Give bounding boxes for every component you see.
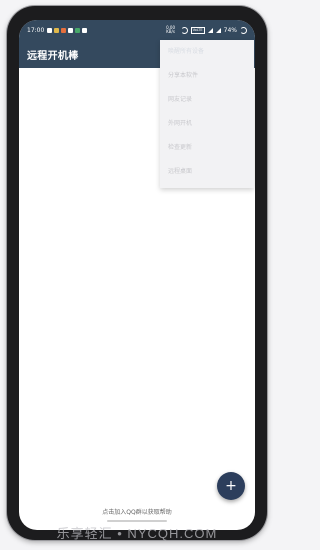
- notification-icon: [61, 27, 67, 33]
- phone-screen: 17:00 0.00 KB/s VoLTE 74% 远程开机棒 唤醒所有设备 分…: [19, 20, 255, 530]
- help-link[interactable]: 点击加入QQ群以获取帮助: [19, 507, 255, 516]
- watermark: 乐享轻汇 • NYCQH.COM: [56, 526, 218, 541]
- menu-item-records[interactable]: 网友记录: [160, 88, 254, 112]
- app-title: 远程开机棒: [27, 51, 79, 62]
- plus-icon: +: [225, 478, 237, 494]
- signal-icon-2: [215, 27, 221, 33]
- menu-item-share[interactable]: 分享本软件: [160, 64, 254, 88]
- notification-icon: [82, 27, 88, 33]
- battery-icon: [240, 26, 247, 34]
- notification-icon: [47, 27, 53, 33]
- signal-icon: [207, 27, 213, 33]
- notification-icon: [54, 27, 60, 33]
- network-speed: 0.00 KB/s: [166, 25, 176, 34]
- notification-icon: [75, 27, 81, 33]
- overflow-menu: 唤醒所有设备 分享本软件 网友记录 外网开机 检查更新 远程桌面: [160, 40, 254, 188]
- battery-percent: 74%: [223, 26, 237, 34]
- status-right: 0.00 KB/s VoLTE 74%: [164, 26, 247, 34]
- volte-badge: VoLTE: [190, 26, 205, 34]
- menu-item-remote-desktop[interactable]: 远程桌面: [160, 160, 254, 184]
- status-bar: 17:00 0.00 KB/s VoLTE 74%: [19, 20, 255, 40]
- menu-item-check-update[interactable]: 检查更新: [160, 136, 254, 160]
- notification-icons: [47, 27, 88, 33]
- menu-item-wan-boot[interactable]: 外网开机: [160, 112, 254, 136]
- alarm-icon: [180, 26, 188, 34]
- home-indicator: [107, 520, 167, 522]
- status-time: 17:00: [27, 26, 45, 34]
- menu-item-wake-all[interactable]: 唤醒所有设备: [160, 40, 254, 64]
- add-device-button[interactable]: +: [217, 472, 245, 500]
- notification-icon: [68, 27, 74, 33]
